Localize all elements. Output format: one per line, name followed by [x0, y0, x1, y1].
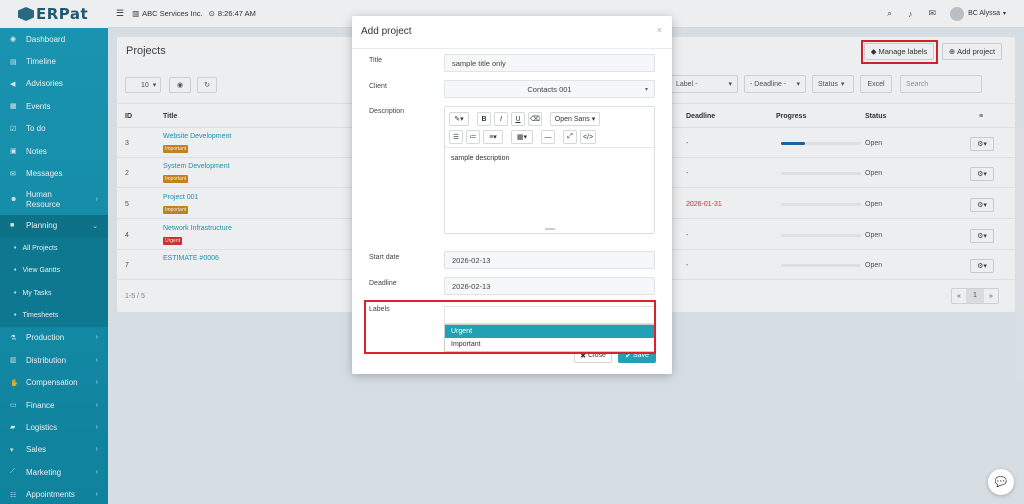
underline-button[interactable]: U [511, 112, 525, 126]
description-editor: ✎▾ B I U ⌫ Open Sans ▾ ☰ ≔ ≡▾ ▦▾ — ⤢ </>… [444, 106, 655, 234]
eraser-button[interactable]: ⌫ [528, 112, 542, 126]
modal-title: Add project [361, 26, 412, 37]
align-button[interactable]: ≡▾ [483, 130, 503, 144]
code-view-button[interactable]: </> [580, 130, 596, 144]
hr-button[interactable]: — [541, 130, 555, 144]
title-label: Title [369, 57, 382, 64]
table-button[interactable]: ▦▾ [511, 130, 533, 144]
start-date-label: Start date [369, 254, 400, 261]
close-icon[interactable]: × [657, 25, 662, 35]
font-select[interactable]: Open Sans ▾ [550, 112, 600, 126]
client-select[interactable]: Contacts 001 ▾ [444, 80, 655, 98]
italic-button[interactable]: I [494, 112, 508, 126]
client-label: Client [369, 83, 387, 90]
deadline-label: Deadline [369, 280, 397, 287]
editor-toolbar: ✎▾ B I U ⌫ Open Sans ▾ ☰ ≔ ≡▾ ▦▾ — ⤢ </> [445, 107, 654, 148]
caret-down-icon: ▾ [644, 86, 648, 93]
deadline-input[interactable]: 2026-02-13 [444, 277, 655, 295]
chat-icon[interactable]: 💬 [988, 469, 1014, 495]
bold-button[interactable]: B [477, 112, 491, 126]
magic-wand-button[interactable]: ✎▾ [449, 112, 469, 126]
description-text[interactable]: sample description [451, 155, 509, 162]
add-project-modal: Add project × Title sample title only Cl… [352, 16, 672, 374]
start-date-input[interactable]: 2026-02-13 [444, 251, 655, 269]
unordered-list-button[interactable]: ☰ [449, 130, 463, 144]
description-label: Description [369, 108, 405, 115]
fullscreen-button[interactable]: ⤢ [563, 130, 577, 144]
ordered-list-button[interactable]: ≔ [466, 130, 480, 144]
highlight-labels [364, 300, 656, 354]
title-input[interactable]: sample title only [444, 54, 655, 72]
editor-resize-handle[interactable] [545, 228, 555, 230]
